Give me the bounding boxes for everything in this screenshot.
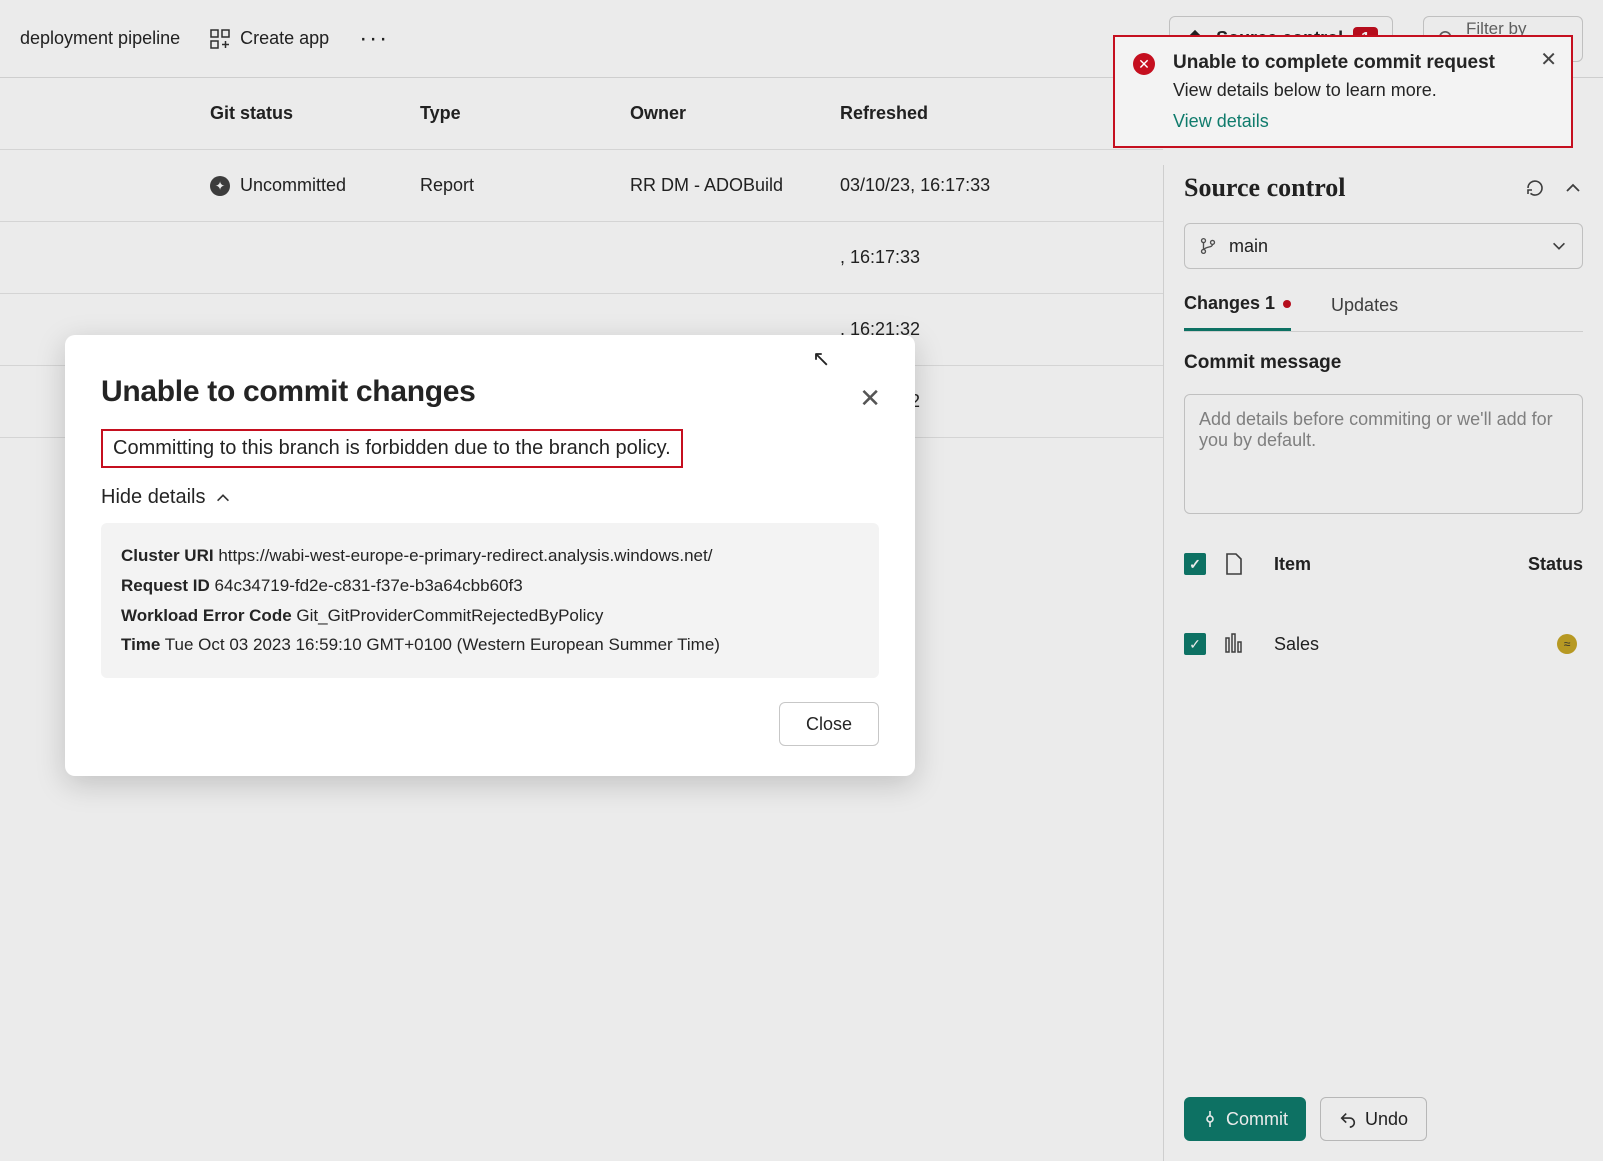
git-branch-icon [1199,237,1217,255]
refresh-icon[interactable] [1525,178,1545,198]
select-all-checkbox[interactable]: ✓ [1184,553,1206,575]
cell-refreshed: , 16:17:33 [840,247,1050,268]
error-icon: ✕ [1133,53,1155,75]
app-icon [210,29,230,49]
tab-changes-label: Changes 1 [1184,293,1275,314]
item-checkbox[interactable]: ✓ [1184,633,1206,655]
detail-value: Git_GitProviderCommitRejectedByPolicy [296,606,603,625]
undo-icon [1339,1110,1357,1128]
col-git-status[interactable]: Git status [210,103,420,124]
detail-label: Cluster URI [121,546,214,565]
detail-value: https://wabi-west-europe-e-primary-redir… [218,546,712,565]
commit-button[interactable]: Commit [1184,1097,1306,1141]
modal-close-button[interactable]: Close [779,702,879,746]
toast-title: Unable to complete commit request [1173,51,1521,76]
table-header-row: Git status Type Owner Refreshed [0,78,1163,150]
table-row[interactable]: ✦ Uncommitted Report RR DM - ADOBuild 03… [0,150,1163,222]
item-row[interactable]: ✓ Sales ≈ [1184,614,1583,674]
error-modal: Unable to commit changes ✕ Committing to… [65,335,915,776]
panel-title: Source control [1184,173,1346,203]
chevron-down-icon [1550,237,1568,255]
cell-owner: RR DM - ADOBuild [630,175,840,196]
modal-close-icon[interactable]: ✕ [859,383,881,414]
detail-label: Workload Error Code [121,606,292,625]
create-app-label: Create app [240,28,329,49]
branch-name: main [1229,236,1268,257]
col-status: Status [1528,554,1583,575]
changes-indicator-icon [1283,300,1291,308]
semantic-model-icon [1224,632,1274,656]
modal-message: Committing to this branch is forbidden d… [101,429,683,468]
col-owner[interactable]: Owner [630,103,840,124]
commit-message-input[interactable]: Add details before commiting or we'll ad… [1184,394,1583,514]
tab-updates[interactable]: Updates [1331,289,1398,331]
cell-refreshed: 03/10/23, 16:17:33 [840,175,1050,196]
commit-label: Commit [1226,1109,1288,1130]
branch-selector[interactable]: main [1184,223,1583,269]
table-row[interactable]: , 16:17:33 [0,222,1163,294]
source-control-panel: Source control main Changes 1 Updates Co… [1163,165,1603,1161]
error-details: Cluster URI https://wabi-west-europe-e-p… [101,523,879,678]
detail-label: Request ID [121,576,210,595]
hide-details-label: Hide details [101,486,206,509]
col-item: Item [1274,554,1493,575]
modal-title: Unable to commit changes [101,375,879,409]
detail-value: Tue Oct 03 2023 16:59:10 GMT+0100 (Weste… [165,635,720,654]
col-refreshed[interactable]: Refreshed [840,103,1050,124]
items-header: ✓ Item Status [1184,534,1583,594]
chevron-up-icon[interactable] [1563,178,1583,198]
undo-label: Undo [1365,1109,1408,1130]
toast-view-details-link[interactable]: View details [1173,111,1521,132]
commit-message-label: Commit message [1184,352,1583,374]
more-actions-button[interactable]: ··· [359,25,389,53]
detail-label: Time [121,635,160,654]
cell-type: Report [420,175,630,196]
toast-close-button[interactable]: ✕ [1540,47,1557,72]
cell-git: Uncommitted [240,175,346,196]
col-type[interactable]: Type [420,103,630,124]
tab-changes[interactable]: Changes 1 [1184,289,1291,331]
tabs: Changes 1 Updates [1184,289,1583,332]
error-toast: ✕ ✕ Unable to complete commit request Vi… [1113,35,1573,148]
item-name: Sales [1274,634,1493,655]
toast-body: View details below to learn more. [1173,80,1521,101]
commit-icon [1202,1111,1218,1127]
file-icon [1224,552,1274,576]
undo-button[interactable]: Undo [1320,1097,1427,1141]
hide-details-toggle[interactable]: Hide details [101,486,879,509]
create-app-button[interactable]: Create app [210,28,329,49]
deployment-pipeline-button[interactable]: deployment pipeline [20,28,180,49]
uncommitted-icon: ✦ [210,176,230,196]
status-uncommitted-icon: ≈ [1557,634,1577,654]
chevron-up-icon [214,489,232,507]
detail-value: 64c34719-fd2e-c831-f37e-b3a64cbb60f3 [215,576,523,595]
